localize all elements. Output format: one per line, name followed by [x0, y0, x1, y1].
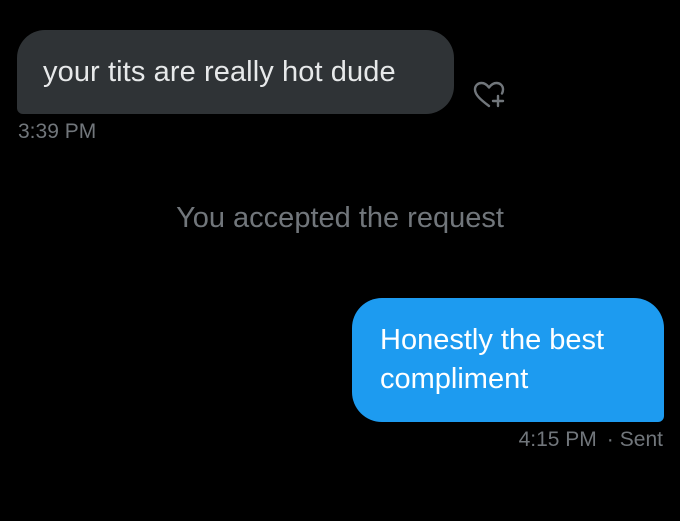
heart-plus-icon — [473, 81, 505, 108]
meta-separator: · — [606, 428, 614, 451]
delivery-status: Sent — [619, 428, 663, 451]
system-notice: You accepted the request — [176, 202, 504, 234]
outgoing-message-line: compliment — [380, 363, 529, 395]
outgoing-message-line: Honestly the best — [380, 324, 605, 356]
incoming-message-bubble[interactable]: your tits are really hot dude — [17, 30, 454, 114]
outgoing-message-meta: 4:15 PM · Sent — [519, 428, 663, 452]
incoming-message-text: your tits are really hot dude — [43, 55, 396, 88]
outgoing-message-time: 4:15 PM — [518, 428, 597, 451]
outgoing-message-bubble[interactable]: Honestly the best compliment — [352, 298, 664, 422]
add-reaction-button[interactable] — [468, 76, 510, 114]
message-thread: your tits are really hot dude 3:39 PM Yo… — [0, 0, 680, 521]
incoming-message-time: 3:39 PM — [18, 120, 97, 143]
